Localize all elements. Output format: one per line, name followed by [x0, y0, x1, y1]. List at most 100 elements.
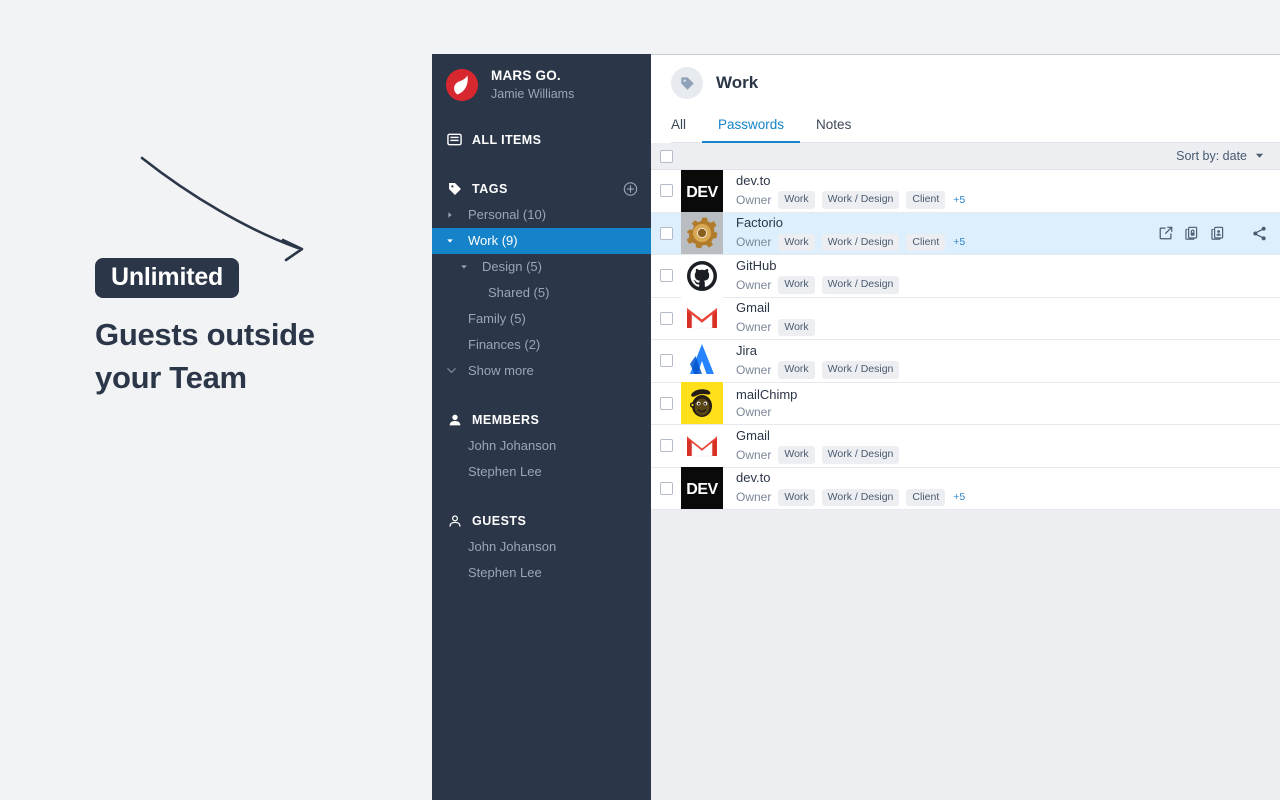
row-body: GitHub Owner Work Work / Design	[736, 258, 1280, 294]
sidebar-tag-personal[interactable]: Personal (10)	[432, 202, 651, 228]
item-tag-chip[interactable]: Work	[778, 361, 815, 379]
item-tag-chip[interactable]: Work	[778, 276, 815, 294]
sidebar-tag-work[interactable]: Work (9)	[432, 227, 651, 254]
item-tag-chip[interactable]: Client	[906, 191, 946, 209]
item-owner: Owner	[736, 320, 772, 335]
sidebar-member-john-johanson[interactable]: John Johanson	[432, 433, 651, 459]
row-checkbox[interactable]	[660, 311, 673, 325]
sidebar-show-more[interactable]: Show more	[432, 358, 651, 384]
sidebar-tag-label: Shared (5)	[488, 285, 550, 301]
row-checkbox[interactable]	[660, 396, 673, 410]
table-row[interactable]: Gmail Owner Work Work / Design	[651, 424, 1280, 468]
row-checkbox[interactable]	[660, 184, 673, 198]
copy-password-icon[interactable]	[1179, 220, 1205, 246]
item-tag-chip[interactable]: Client	[906, 233, 946, 252]
mailchimp-icon	[681, 382, 723, 425]
sort-by-dropdown[interactable]: Sort by: date	[1176, 149, 1264, 163]
brand-header: MARS GO. Jamie Williams	[432, 54, 651, 103]
svg-text:DEV: DEV	[686, 481, 718, 498]
item-tag-chip[interactable]: Work	[778, 318, 815, 337]
row-body: Gmail Owner Work	[736, 300, 1280, 337]
item-tag-chip[interactable]: Work	[778, 446, 815, 464]
item-tag-chip[interactable]: Work	[778, 191, 815, 209]
list-toolbar: Sort by: date	[651, 143, 1280, 170]
item-tag-chip[interactable]: Work / Design	[821, 446, 900, 464]
item-title: GitHub	[736, 257, 777, 273]
sidebar-tag-shared[interactable]: Shared (5)	[432, 280, 651, 306]
tab-notes[interactable]: Notes	[800, 111, 867, 143]
row-body: dev.to Owner Work Work / Design Client +…	[736, 173, 1280, 209]
external-link-icon[interactable]	[1153, 220, 1179, 246]
table-row[interactable]: DEV dev.to Owner Work Work / Design Clie…	[651, 169, 1280, 213]
item-tag-more[interactable]: +5	[952, 237, 965, 248]
item-meta: Owner Work Work / Design	[736, 361, 1280, 379]
gmail-icon	[681, 424, 723, 467]
table-row[interactable]: Factorio Owner Work Work / Design Client…	[651, 212, 1280, 255]
sidebar-member-stephen-lee[interactable]: Stephen Lee	[432, 459, 651, 485]
item-owner: Owner	[736, 235, 772, 250]
copy-username-icon[interactable]	[1205, 220, 1231, 246]
table-row[interactable]: Jira Owner Work Work / Design	[651, 339, 1280, 383]
sidebar-tag-design[interactable]: Design (5)	[432, 254, 651, 280]
gmail-icon	[681, 297, 723, 340]
plus-circle-icon[interactable]	[623, 181, 638, 196]
item-owner: Owner	[736, 277, 772, 292]
item-tag-chip[interactable]: Work / Design	[821, 361, 900, 379]
item-title: dev.to	[736, 172, 771, 188]
item-tag-chip[interactable]: Work / Design	[821, 233, 900, 252]
table-row[interactable]: mailChimp Owner	[651, 382, 1280, 425]
item-owner: Owner	[736, 192, 772, 207]
sidebar-section-label: TAGS	[472, 181, 508, 196]
item-tag-more[interactable]: +5	[952, 492, 965, 503]
table-row[interactable]: GitHub Owner Work Work / Design	[651, 254, 1280, 298]
item-tag-chip[interactable]: Client	[906, 488, 946, 507]
row-checkbox[interactable]	[660, 481, 673, 495]
item-owner: Owner	[736, 447, 772, 462]
sidebar-section-label: MEMBERS	[472, 412, 540, 427]
item-tag-more[interactable]: +5	[952, 195, 965, 206]
sidebar-item-label: ALL ITEMS	[472, 132, 542, 147]
item-tag-chip[interactable]: Work	[778, 488, 815, 507]
sidebar-section-label: GUESTS	[472, 513, 527, 528]
select-all-checkbox[interactable]	[660, 149, 673, 163]
guest-name: John Johanson	[468, 539, 557, 555]
table-row[interactable]: DEV dev.to Owner Work Work / Design Clie…	[651, 467, 1280, 510]
sidebar-section-members: MEMBERS	[432, 407, 651, 433]
table-row[interactable]: Gmail Owner Work	[651, 297, 1280, 340]
item-tag-chip[interactable]: Work / Design	[821, 276, 900, 294]
tab-all[interactable]: All	[671, 111, 702, 143]
mars-go-logo-icon	[446, 69, 478, 102]
row-checkbox[interactable]	[660, 269, 673, 283]
item-tag-chip[interactable]: Work	[778, 233, 815, 252]
row-action-bar	[1153, 220, 1272, 246]
promo-panel: Unlimited Guests outside your Team	[95, 258, 415, 400]
share-icon[interactable]	[1246, 220, 1272, 246]
sidebar-tag-finances[interactable]: Finances (2)	[432, 332, 651, 358]
item-owner: Owner	[736, 405, 772, 420]
item-meta: Owner Work Work / Design Client +5	[736, 488, 1280, 507]
row-body: Gmail Owner Work Work / Design	[736, 428, 1280, 464]
chevron-down-icon	[446, 237, 468, 245]
main-header: Work All Passwords Notes	[651, 55, 1280, 143]
devto-icon: DEV	[681, 169, 723, 212]
item-title: Gmail	[736, 427, 770, 443]
sidebar-item-all-items[interactable]: ALL ITEMS	[432, 127, 651, 153]
sidebar-tag-family[interactable]: Family (5)	[432, 306, 651, 332]
item-title: mailChimp	[736, 387, 798, 403]
sidebar-guest-stephen-lee[interactable]: Stephen Lee	[432, 560, 651, 586]
item-title: dev.to	[736, 470, 771, 486]
row-body: Jira Owner Work Work / Design	[736, 343, 1280, 379]
tab-passwords[interactable]: Passwords	[702, 111, 801, 143]
row-checkbox[interactable]	[660, 354, 673, 368]
sidebar-tag-label: Family (5)	[468, 311, 526, 327]
sidebar-guest-john-johanson[interactable]: John Johanson	[432, 534, 651, 560]
item-tag-chip[interactable]: Work / Design	[821, 191, 900, 209]
item-tag-chip[interactable]: Work / Design	[821, 488, 900, 507]
row-checkbox[interactable]	[660, 226, 673, 240]
brand-username: Jamie Williams	[491, 86, 575, 101]
jira-icon	[681, 339, 723, 382]
promo-badge: Unlimited	[95, 258, 240, 299]
app-window: MARS GO. Jamie Williams ALL ITEMS TAGS P…	[432, 54, 1280, 800]
member-name: Stephen Lee	[468, 464, 542, 480]
row-checkbox[interactable]	[660, 439, 673, 453]
